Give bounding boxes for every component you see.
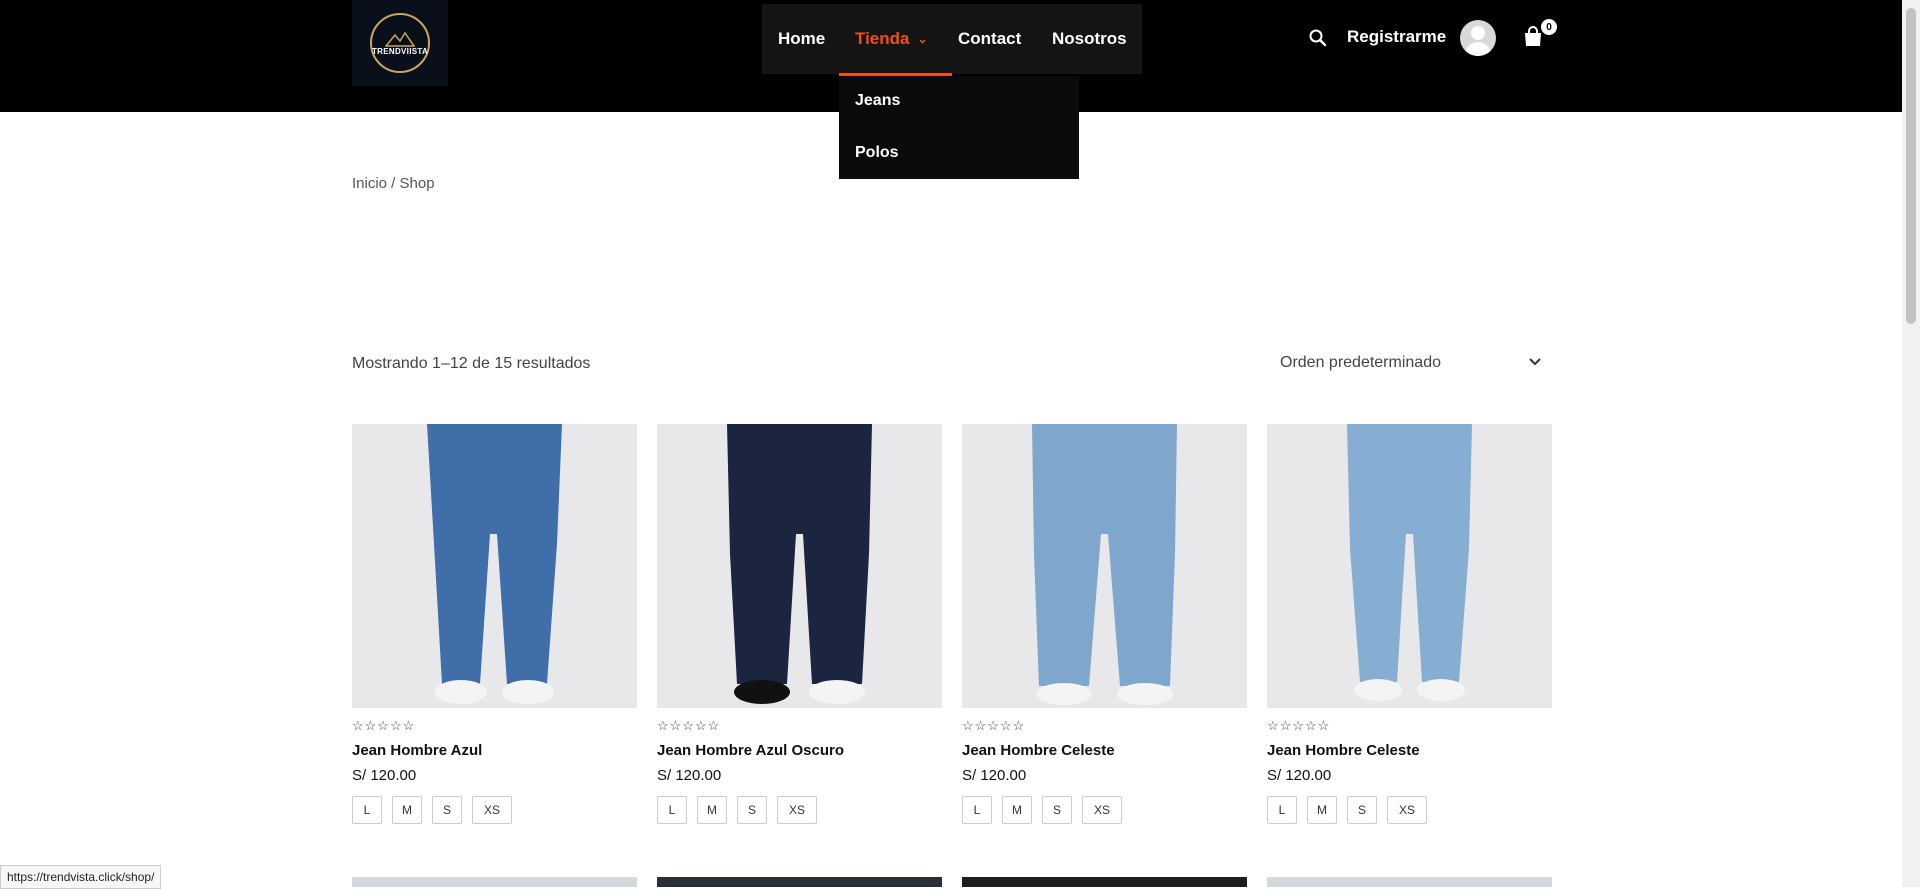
rating-stars: ☆☆☆☆☆	[962, 718, 1026, 733]
nav-tienda[interactable]: Tienda ⌄	[839, 4, 951, 76]
size-option[interactable]: XS	[1082, 796, 1122, 824]
nav-home[interactable]: Home	[778, 4, 825, 74]
size-option[interactable]: S	[1347, 796, 1377, 824]
search-icon[interactable]	[1308, 28, 1328, 48]
chevron-down-icon: ⌄	[917, 32, 928, 46]
user-avatar[interactable]	[1460, 20, 1496, 56]
size-option[interactable]: XS	[777, 796, 817, 824]
avatar-body-shape	[1465, 42, 1491, 56]
rating-stars: ☆☆☆☆☆	[657, 718, 721, 733]
size-option[interactable]: M	[1002, 796, 1032, 824]
chevron-down-icon	[1529, 358, 1541, 366]
logo-mountain-icon	[385, 31, 415, 47]
breadcrumb: Inicio / Shop	[352, 175, 435, 192]
size-option[interactable]: L	[657, 796, 687, 824]
jeans-photo-illustration	[427, 424, 562, 704]
product-image[interactable]	[657, 424, 942, 708]
logo-emblem: TRENDVIISTA	[370, 13, 430, 73]
size-option[interactable]: S	[1042, 796, 1072, 824]
product-card: ☆☆☆☆☆ Jean Hombre Celeste S/ 120.00 L M …	[962, 424, 1247, 824]
size-options: L M S XS	[352, 796, 637, 824]
size-option[interactable]: S	[432, 796, 462, 824]
orderby-select[interactable]: Orden predeterminado	[1280, 343, 1550, 383]
product-image[interactable]	[1267, 424, 1552, 708]
product-price: S/ 120.00	[1267, 767, 1332, 784]
product-price: S/ 120.00	[657, 767, 722, 784]
avatar-head-shape	[1471, 26, 1485, 40]
product-name[interactable]: Jean Hombre Azul Oscuro	[657, 742, 942, 759]
site-logo[interactable]: TRENDVIISTA	[352, 0, 448, 86]
product-image-next-row[interactable]	[1267, 877, 1552, 887]
dropdown-item-polos[interactable]: Polos	[855, 144, 899, 162]
orderby-selected-value: Orden predeterminado	[1280, 354, 1441, 371]
tienda-dropdown-menu: Jeans Polos	[839, 76, 1079, 179]
size-options: L M S XS	[962, 796, 1247, 824]
size-option[interactable]: L	[1267, 796, 1297, 824]
product-name[interactable]: Jean Hombre Azul	[352, 742, 637, 759]
product-price: S/ 120.00	[352, 767, 417, 784]
dropdown-item-jeans[interactable]: Jeans	[855, 92, 900, 110]
jeans-photo-illustration	[1032, 424, 1177, 705]
page-scrollbar[interactable]	[1902, 0, 1920, 887]
size-options: L M S XS	[1267, 796, 1552, 824]
product-name[interactable]: Jean Hombre Celeste	[962, 742, 1247, 759]
product-image-next-row[interactable]	[962, 877, 1247, 887]
nav-contact[interactable]: Contact	[958, 4, 1021, 74]
product-name[interactable]: Jean Hombre Celeste	[1267, 742, 1552, 759]
product-image[interactable]	[962, 424, 1247, 708]
product-card: ☆☆☆☆☆ Jean Hombre Azul S/ 120.00 L M S X…	[352, 424, 637, 824]
size-options: L M S XS	[657, 796, 942, 824]
size-option[interactable]: M	[697, 796, 727, 824]
nav-tienda-label: Tienda	[855, 29, 910, 48]
product-card: ☆☆☆☆☆ Jean Hombre Celeste S/ 120.00 L M …	[1267, 424, 1552, 824]
product-image-next-row[interactable]	[352, 877, 637, 887]
rating-stars: ☆☆☆☆☆	[352, 718, 416, 733]
rating-stars: ☆☆☆☆☆	[1267, 718, 1331, 733]
cart-count-badge: 0	[1540, 18, 1558, 36]
result-count: Mostrando 1–12 de 15 resultados	[352, 355, 591, 372]
product-image[interactable]	[352, 424, 637, 708]
logo-text: TRENDVIISTA	[371, 46, 429, 56]
size-option[interactable]: XS	[1387, 796, 1427, 824]
size-option[interactable]: L	[962, 796, 992, 824]
product-card: ☆☆☆☆☆ Jean Hombre Azul Oscuro S/ 120.00 …	[657, 424, 942, 824]
size-option[interactable]: XS	[472, 796, 512, 824]
size-option[interactable]: L	[352, 796, 382, 824]
size-option[interactable]: M	[1307, 796, 1337, 824]
jeans-photo-illustration	[1347, 424, 1472, 701]
main-nav: Home Tienda ⌄ Contact Nosotros	[762, 4, 1142, 76]
status-bar-url: https://trendvista.click/shop/	[0, 865, 162, 889]
size-option[interactable]: S	[737, 796, 767, 824]
jeans-photo-illustration	[727, 424, 872, 704]
product-image-next-row[interactable]	[657, 877, 942, 887]
size-option[interactable]: M	[392, 796, 422, 824]
register-link[interactable]: Registrarme	[1347, 27, 1446, 47]
nav-nosotros[interactable]: Nosotros	[1052, 4, 1127, 74]
product-price: S/ 120.00	[962, 767, 1027, 784]
scrollbar-thumb[interactable]	[1906, 8, 1916, 324]
